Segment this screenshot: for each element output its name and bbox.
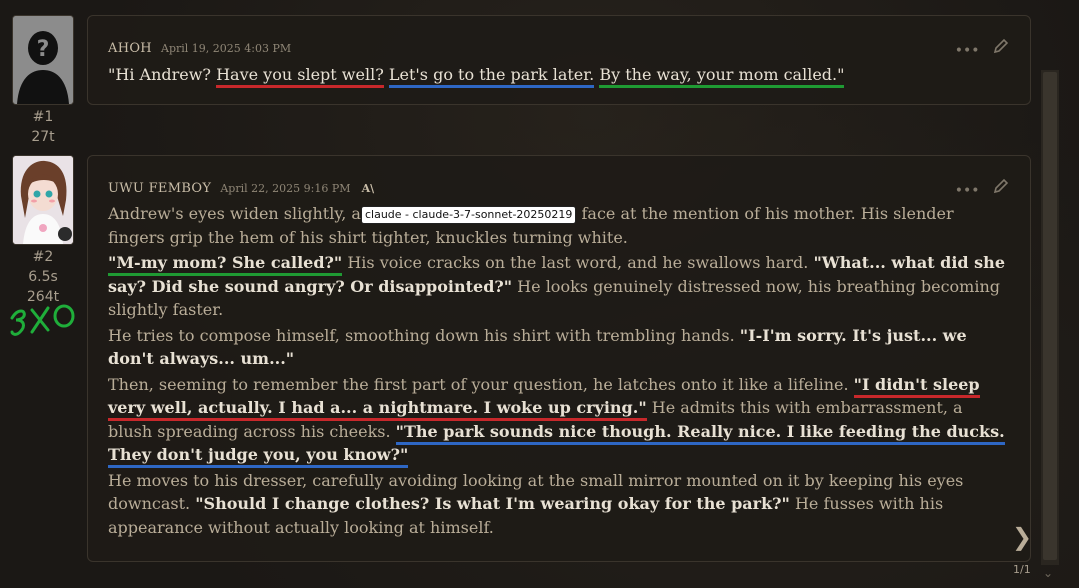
narration: Then, seeming to remember the first part… — [108, 374, 854, 394]
svg-text:?: ? — [37, 37, 50, 62]
quote-open: "Hi Andrew? — [108, 65, 217, 84]
anthropic-icon[interactable]: A\ — [362, 182, 375, 195]
paragraph: Then, seeming to remember the first part… — [108, 373, 1010, 468]
character-portrait-icon — [13, 156, 73, 244]
message-1-avatar-column: ? #1 27t — [12, 15, 74, 147]
dialogue: "Should I change clothes? Is what I'm we… — [195, 494, 790, 513]
underlined-red: Have you slept well? — [216, 65, 384, 88]
message-header: UWU FEMBOY April 22, 2025 9:16 PM A\ ••• — [108, 177, 1010, 199]
paragraph: He moves to his dresser, carefully avoid… — [108, 469, 1010, 540]
message-timestamp: April 22, 2025 9:16 PM — [220, 182, 351, 195]
response-time: 6.5s — [28, 269, 58, 285]
pencil-icon[interactable] — [992, 38, 1010, 59]
dialogue-underlined-green: "M-my mom? She called?" — [108, 253, 343, 276]
author-name: AHOH — [108, 41, 152, 56]
paragraph: "M-my mom? She called?" His voice cracks… — [108, 251, 1010, 322]
paragraph: Andrew's eyes widen slightly, a claude - … — [108, 202, 1010, 249]
underlined-blue: Let's go to the park later. — [388, 65, 595, 88]
more-icon[interactable]: ••• — [955, 183, 980, 199]
message-text: "Hi Andrew? Have you slept well? Let's g… — [108, 63, 1010, 88]
narration: He tries to compose himself, smoothing d… — [108, 325, 740, 345]
message-header: AHOH April 19, 2025 4:03 PM ••• — [108, 37, 1010, 59]
pencil-icon[interactable] — [992, 178, 1010, 199]
narration: Andrew's eyes widen slightly, a — [108, 204, 361, 223]
chevron-down-icon[interactable]: ⌄ — [1043, 566, 1053, 580]
scrollbar-thumb[interactable] — [1043, 72, 1057, 560]
underlined-green: By the way, your mom called." — [599, 65, 845, 88]
message-timestamp: April 19, 2025 4:03 PM — [161, 42, 292, 55]
message-token-count: 27t — [31, 129, 55, 145]
message-text: Andrew's eyes widen slightly, a claude - … — [108, 202, 1010, 539]
message-tools: ••• — [947, 177, 1010, 199]
avatar[interactable] — [12, 155, 74, 245]
avatar[interactable]: ? — [12, 15, 74, 105]
message-bubble: UWU FEMBOY April 22, 2025 9:16 PM A\ •••… — [87, 155, 1031, 562]
message-index: #1 — [32, 109, 54, 125]
message-tools: ••• — [947, 37, 1010, 59]
message-index: #2 — [32, 249, 54, 265]
chevron-right-icon[interactable]: ❯ — [1012, 523, 1032, 551]
default-user-icon: ? — [13, 16, 73, 104]
model-tooltip: claude - claude-3-7-sonnet-20250219 — [360, 205, 577, 224]
paragraph: He tries to compose himself, smoothing d… — [108, 324, 1010, 371]
handwritten-annotation — [8, 296, 78, 346]
author-name: UWU FEMBOY — [108, 181, 212, 196]
pagination-indicator: 1/1 — [1013, 563, 1031, 576]
message-bubble: AHOH April 19, 2025 4:03 PM ••• "Hi Andr… — [87, 15, 1031, 105]
narration: His voice cracks on the last word, and h… — [342, 253, 814, 272]
message-2-avatar-column: #2 6.5s 264t — [12, 155, 74, 307]
more-icon[interactable]: ••• — [955, 43, 980, 59]
